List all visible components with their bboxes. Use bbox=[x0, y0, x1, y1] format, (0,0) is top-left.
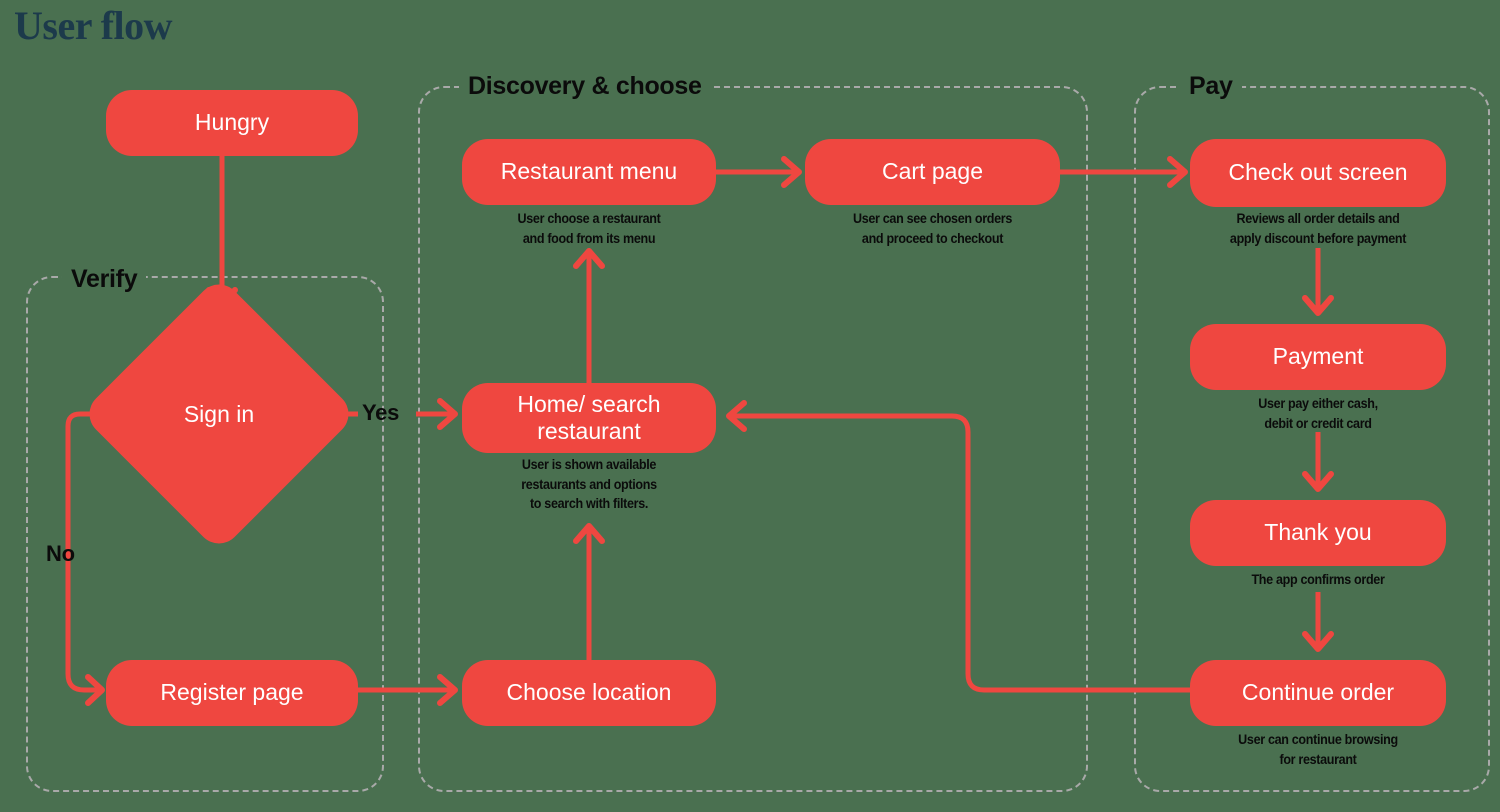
node-cart-page[interactable]: Cart page bbox=[805, 139, 1060, 205]
user-flow-diagram: User flow Verify Discovery & choose Pay bbox=[0, 0, 1500, 812]
edge-label-no: No bbox=[46, 541, 75, 566]
node-hungry[interactable]: Hungry bbox=[106, 90, 358, 156]
node-sign-in-label: Sign in bbox=[183, 400, 255, 427]
group-label-discovery: Discovery & choose bbox=[459, 72, 711, 101]
node-payment-label: Payment bbox=[1272, 343, 1364, 370]
caption-restaurant-menu: User choose a restaurant and food from i… bbox=[517, 211, 661, 246]
node-payment[interactable]: Payment bbox=[1190, 324, 1446, 390]
caption-thank-you: The app confirms order bbox=[1251, 572, 1385, 587]
node-home-search-label: Home/ search restaurant bbox=[517, 391, 661, 444]
node-hungry-label: Hungry bbox=[194, 109, 270, 136]
caption-continue-order: User can continue browsing for restauran… bbox=[1238, 732, 1398, 767]
node-check-out-label: Check out screen bbox=[1228, 159, 1408, 186]
caption-check-out: Reviews all order details and apply disc… bbox=[1229, 211, 1407, 246]
node-restaurant-menu[interactable]: Restaurant menu bbox=[462, 139, 716, 205]
node-thank-you-label: Thank you bbox=[1264, 519, 1372, 546]
caption-home-search: User is shown available restaurants and … bbox=[521, 457, 657, 512]
edge-label-yes: Yes bbox=[362, 400, 400, 425]
group-label-pay: Pay bbox=[1180, 72, 1242, 101]
caption-payment: User pay either cash, debit or credit ca… bbox=[1258, 396, 1378, 431]
group-label-verify: Verify bbox=[62, 265, 147, 294]
node-sign-in[interactable]: Sign in bbox=[80, 275, 358, 553]
node-register-page-label: Register page bbox=[160, 679, 304, 706]
node-choose-location-label: Choose location bbox=[506, 679, 672, 706]
node-cart-page-label: Cart page bbox=[881, 158, 983, 185]
node-restaurant-menu-label: Restaurant menu bbox=[500, 158, 678, 185]
node-thank-you[interactable]: Thank you bbox=[1190, 500, 1446, 566]
page-title: User flow bbox=[14, 3, 173, 48]
node-continue-order[interactable]: Continue order bbox=[1190, 660, 1446, 726]
node-continue-order-label: Continue order bbox=[1241, 679, 1395, 706]
node-check-out[interactable]: Check out screen bbox=[1190, 139, 1446, 207]
node-choose-location[interactable]: Choose location bbox=[462, 660, 716, 726]
caption-cart-page: User can see chosen orders and proceed t… bbox=[852, 211, 1013, 246]
node-register-page[interactable]: Register page bbox=[106, 660, 358, 726]
node-home-search[interactable]: Home/ search restaurant bbox=[462, 383, 716, 453]
